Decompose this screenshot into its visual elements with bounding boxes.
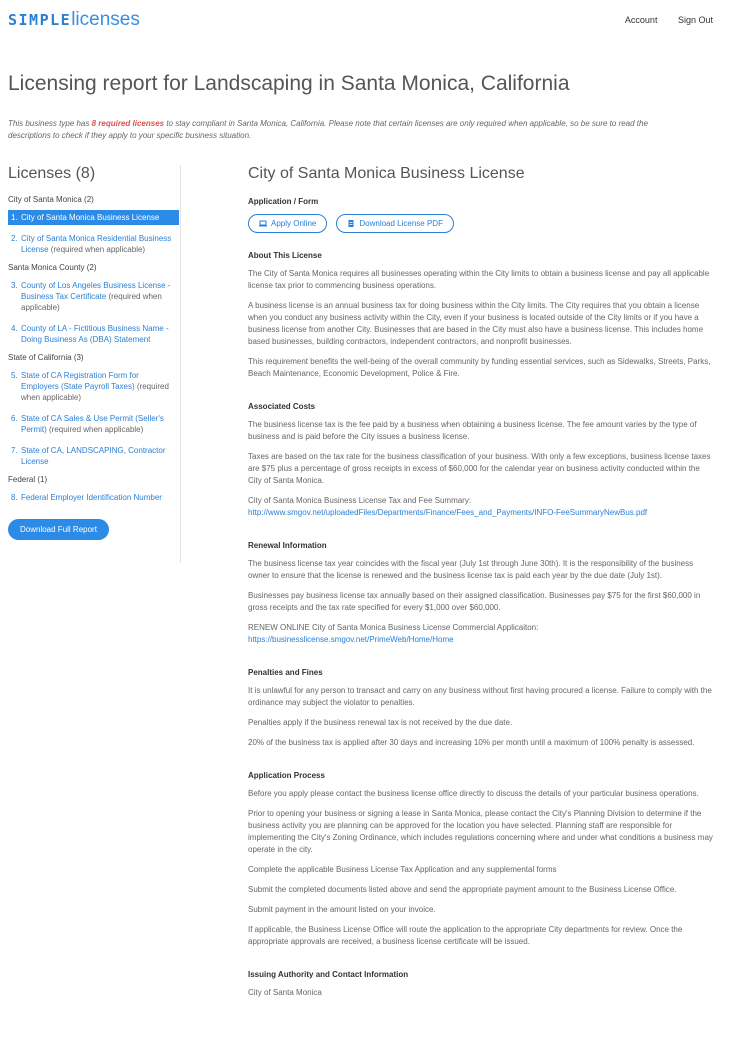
- about-paragraph: A business license is an annual business…: [248, 301, 704, 346]
- required-count-highlight: 8 required licenses: [91, 119, 165, 128]
- group-label-city: City of Santa Monica (2): [8, 195, 94, 204]
- license-detail: City of Santa Monica Business License Ap…: [248, 165, 713, 1007]
- license-item-7[interactable]: 7. State of CA, LANDSCAPING, Contractor …: [8, 443, 179, 469]
- license-link[interactable]: Federal Employer Identification Number: [21, 493, 162, 502]
- license-number: 5.: [11, 371, 18, 380]
- license-link[interactable]: State of CA Registration Form for Employ…: [21, 371, 139, 391]
- license-item-4[interactable]: 4. County of LA - Fictitious Business Na…: [8, 321, 179, 347]
- issuing-heading: Issuing Authority and Contact Informatio…: [248, 970, 409, 979]
- logo-text-licenses: licenses: [71, 9, 140, 30]
- top-bar: SIMPLElicenses Account Sign Out: [0, 0, 752, 40]
- license-number: 2.: [11, 234, 18, 243]
- license-number: 4.: [11, 324, 18, 333]
- penalties-paragraph: 20% of the business tax is applied after…: [248, 738, 695, 747]
- license-number: 3.: [11, 281, 18, 290]
- account-link[interactable]: Account: [625, 15, 658, 25]
- top-nav: Account Sign Out: [607, 15, 713, 25]
- intro-before: This business type has: [8, 119, 92, 128]
- license-item-6[interactable]: 6. State of CA Sales & Use Permit (Selle…: [8, 411, 179, 437]
- group-label-federal: Federal (1): [8, 475, 48, 484]
- renewal-paragraph: Businesses pay business license tax annu…: [248, 591, 701, 612]
- penalties-paragraph: It is unlawful for any person to transac…: [248, 686, 712, 707]
- group-label-county: Santa Monica County (2): [8, 263, 97, 272]
- renew-online-link[interactable]: https://businesslicense.smgov.net/PrimeW…: [248, 634, 713, 646]
- issuing-authority-name: City of Santa Monica: [248, 988, 322, 997]
- licenses-title: Licenses (8): [8, 165, 96, 182]
- process-heading: Application Process: [248, 771, 325, 780]
- costs-summary-label: City of Santa Monica Business License Ta…: [248, 496, 472, 505]
- logo-text-simple: SIMPLE: [8, 11, 72, 29]
- process-paragraph: Before you apply please contact the busi…: [248, 789, 699, 798]
- license-number: 8.: [11, 493, 18, 502]
- download-full-report-button[interactable]: Download Full Report: [8, 519, 109, 540]
- process-paragraph: Submit payment in the amount listed on y…: [248, 905, 436, 914]
- renewal-heading: Renewal Information: [248, 541, 327, 550]
- download-license-pdf-button[interactable]: Download License PDF: [336, 214, 454, 233]
- license-item-1[interactable]: 1. City of Santa Monica Business License: [8, 210, 179, 225]
- costs-paragraph: Taxes are based on the tax rate for the …: [248, 452, 711, 485]
- license-number: 6.: [11, 414, 18, 423]
- license-note: (required when applicable): [48, 245, 146, 254]
- apply-online-button[interactable]: Apply Online: [248, 214, 328, 233]
- license-number: 1.: [11, 213, 18, 222]
- application-form-heading: Application / Form: [248, 197, 319, 206]
- sign-out-link[interactable]: Sign Out: [678, 15, 713, 25]
- costs-summary: City of Santa Monica Business License Ta…: [248, 495, 713, 519]
- costs-heading: Associated Costs: [248, 402, 316, 411]
- about-heading: About This License: [248, 251, 322, 260]
- license-item-8[interactable]: 8. Federal Employer Identification Numbe…: [8, 490, 179, 505]
- license-link[interactable]: State of CA, LANDSCAPING, Contractor Lic…: [21, 446, 166, 466]
- license-link[interactable]: City of Santa Monica Business License: [21, 213, 159, 222]
- license-title: City of Santa Monica Business License: [248, 165, 525, 182]
- process-paragraph: Prior to opening your business or signin…: [248, 809, 713, 854]
- laptop-icon: [259, 220, 267, 227]
- renew-online: RENEW ONLINE City of Santa Monica Busine…: [248, 622, 713, 646]
- process-paragraph: If applicable, the Business License Offi…: [248, 925, 683, 946]
- licenses-sidebar: Licenses (8) City of Santa Monica (2) 1.…: [8, 165, 181, 563]
- process-paragraph: Submit the completed documents listed ab…: [248, 885, 677, 894]
- download-pdf-label: Download License PDF: [359, 219, 443, 228]
- renewal-paragraph: The business license tax year coincides …: [248, 559, 694, 580]
- costs-paragraph: The business license tax is the fee paid…: [248, 420, 697, 441]
- about-paragraph: This requirement benefits the well-being…: [248, 357, 711, 378]
- license-note: (required when applicable): [46, 425, 144, 434]
- penalties-heading: Penalties and Fines: [248, 668, 323, 677]
- fee-summary-link[interactable]: http://www.smgov.net/uploadedFiles/Depar…: [248, 507, 713, 519]
- process-paragraph: Complete the applicable Business License…: [248, 865, 557, 874]
- penalties-paragraph: Penalties apply if the business renewal …: [248, 718, 513, 727]
- license-item-5[interactable]: 5. State of CA Registration Form for Emp…: [8, 368, 179, 405]
- about-paragraph: The City of Santa Monica requires all bu…: [248, 269, 710, 290]
- license-number: 7.: [11, 446, 18, 455]
- license-item-2[interactable]: 2. City of Santa Monica Residential Busi…: [8, 231, 179, 257]
- group-label-state: State of California (3): [8, 353, 84, 362]
- renew-online-label: RENEW ONLINE City of Santa Monica Busine…: [248, 623, 539, 632]
- license-link[interactable]: County of LA - Fictitious Business Name …: [21, 324, 169, 344]
- intro-text: This business type has 8 required licens…: [8, 118, 648, 142]
- simplelicenses-logo[interactable]: SIMPLElicenses: [8, 9, 140, 31]
- document-icon: [348, 220, 354, 227]
- license-item-3[interactable]: 3. County of Los Angeles Business Licens…: [8, 278, 179, 315]
- page-title: Licensing report for Landscaping in Sant…: [8, 72, 570, 95]
- apply-online-label: Apply Online: [271, 219, 317, 228]
